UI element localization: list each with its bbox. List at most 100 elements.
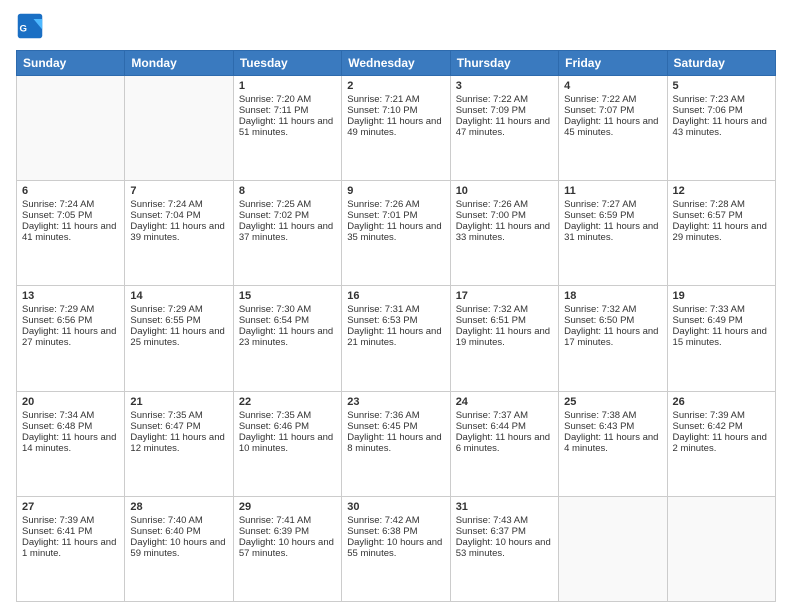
day-number: 26 (673, 396, 770, 408)
day-cell: 19Sunrise: 7:33 AMSunset: 6:49 PMDayligh… (667, 286, 775, 391)
day-cell: 22Sunrise: 7:35 AMSunset: 6:46 PMDayligh… (233, 391, 341, 496)
day-info: Sunset: 6:40 PM (130, 526, 227, 537)
day-info: Daylight: 11 hours and 39 minutes. (130, 221, 227, 243)
day-cell: 13Sunrise: 7:29 AMSunset: 6:56 PMDayligh… (17, 286, 125, 391)
day-info: Sunset: 6:38 PM (347, 526, 444, 537)
day-info: Sunset: 6:51 PM (456, 315, 553, 326)
week-row-3: 13Sunrise: 7:29 AMSunset: 6:56 PMDayligh… (17, 286, 776, 391)
day-cell: 24Sunrise: 7:37 AMSunset: 6:44 PMDayligh… (450, 391, 558, 496)
day-number: 25 (564, 396, 661, 408)
day-info: Sunset: 6:43 PM (564, 421, 661, 432)
col-header-wednesday: Wednesday (342, 51, 450, 76)
day-cell: 9Sunrise: 7:26 AMSunset: 7:01 PMDaylight… (342, 181, 450, 286)
day-number: 3 (456, 80, 553, 92)
day-number: 16 (347, 290, 444, 302)
col-header-saturday: Saturday (667, 51, 775, 76)
day-cell: 16 Sunrise: 7:31 AMSunset: 6:53 PMDayligh… (342, 286, 450, 391)
day-cell: 26Sunrise: 7:39 AMSunset: 6:42 PMDayligh… (667, 391, 775, 496)
day-info: Sunrise: 7:29 AM (130, 304, 227, 315)
day-info: Sunrise: 7:41 AM (239, 515, 336, 526)
day-info: Sunset: 7:05 PM (22, 210, 119, 221)
day-info: Sunrise: 7:43 AM (456, 515, 553, 526)
day-info: Daylight: 11 hours and 21 minutes. (347, 326, 444, 348)
day-number: 18 (564, 290, 661, 302)
day-number: 5 (673, 80, 770, 92)
day-number: 14 (130, 290, 227, 302)
day-cell: 5Sunrise: 7:23 AMSunset: 7:06 PMDaylight… (667, 76, 775, 181)
day-number: 19 (673, 290, 770, 302)
day-info: Daylight: 10 hours and 57 minutes. (239, 537, 336, 559)
day-number: 1 (239, 80, 336, 92)
logo-icon: G (16, 12, 44, 40)
day-number: 29 (239, 501, 336, 513)
day-info: Daylight: 11 hours and 41 minutes. (22, 221, 119, 243)
day-info: Sunset: 6:47 PM (130, 421, 227, 432)
day-number: 23 (347, 396, 444, 408)
day-number: 2 (347, 80, 444, 92)
day-info: Sunrise: 7:30 AM (239, 304, 336, 315)
day-cell: 7 Sunrise: 7:24 AMSunset: 7:04 PMDaylight… (125, 181, 233, 286)
day-cell (17, 76, 125, 181)
day-info: Sunrise: 7:38 AM (564, 410, 661, 421)
col-header-friday: Friday (559, 51, 667, 76)
day-info: Daylight: 11 hours and 17 minutes. (564, 326, 661, 348)
day-info: Sunrise: 7:26 AM (456, 199, 553, 210)
day-info: Sunrise: 7:39 AM (22, 515, 119, 526)
day-number: 27 (22, 501, 119, 513)
week-row-5: 27Sunrise: 7:39 AMSunset: 6:41 PMDayligh… (17, 496, 776, 601)
day-info: Sunset: 6:46 PM (239, 421, 336, 432)
page: G SundayMondayTuesdayWednesdayThursdayFr… (0, 0, 792, 612)
day-number: 13 (22, 290, 119, 302)
day-cell: 30Sunrise: 7:42 AMSunset: 6:38 PMDayligh… (342, 496, 450, 601)
day-info: Sunrise: 7:26 AM (347, 199, 444, 210)
day-info: Sunset: 6:49 PM (673, 315, 770, 326)
day-info: Daylight: 11 hours and 1 minute. (22, 537, 119, 559)
day-number: 12 (673, 185, 770, 197)
day-info: Sunrise: 7:24 AM (22, 199, 119, 210)
day-info: Daylight: 11 hours and 37 minutes. (239, 221, 336, 243)
day-cell: 11Sunrise: 7:27 AMSunset: 6:59 PMDayligh… (559, 181, 667, 286)
day-cell: 31Sunrise: 7:43 AMSunset: 6:37 PMDayligh… (450, 496, 558, 601)
day-info: Sunset: 6:42 PM (673, 421, 770, 432)
day-info: Sunset: 7:04 PM (130, 210, 227, 221)
col-header-monday: Monday (125, 51, 233, 76)
day-info: Sunset: 6:50 PM (564, 315, 661, 326)
day-info: Daylight: 11 hours and 31 minutes. (564, 221, 661, 243)
day-info: Daylight: 11 hours and 35 minutes. (347, 221, 444, 243)
day-info: Sunset: 7:00 PM (456, 210, 553, 221)
day-info: Daylight: 11 hours and 45 minutes. (564, 116, 661, 138)
logo: G (16, 12, 48, 40)
day-info: Daylight: 11 hours and 8 minutes. (347, 432, 444, 454)
day-info: Sunset: 6:53 PM (347, 315, 444, 326)
day-info: Sunrise: 7:31 AM (347, 304, 444, 315)
day-number: 22 (239, 396, 336, 408)
col-header-thursday: Thursday (450, 51, 558, 76)
day-info: Daylight: 11 hours and 14 minutes. (22, 432, 119, 454)
day-cell (125, 76, 233, 181)
day-info: Daylight: 11 hours and 25 minutes. (130, 326, 227, 348)
day-info: Sunrise: 7:24 AM (130, 199, 227, 210)
day-info: Daylight: 11 hours and 19 minutes. (456, 326, 553, 348)
day-number: 7 (130, 185, 227, 197)
day-info: Sunrise: 7:23 AM (673, 94, 770, 105)
header: G (16, 12, 776, 40)
day-info: Daylight: 11 hours and 29 minutes. (673, 221, 770, 243)
day-info: Daylight: 11 hours and 27 minutes. (22, 326, 119, 348)
day-cell: 4Sunrise: 7:22 AMSunset: 7:07 PMDaylight… (559, 76, 667, 181)
day-info: Sunrise: 7:36 AM (347, 410, 444, 421)
day-info: Daylight: 11 hours and 47 minutes. (456, 116, 553, 138)
day-cell: 1Sunrise: 7:20 AMSunset: 7:11 PMDaylight… (233, 76, 341, 181)
day-info: Sunrise: 7:35 AM (239, 410, 336, 421)
day-info: Daylight: 11 hours and 4 minutes. (564, 432, 661, 454)
day-info: Daylight: 10 hours and 59 minutes. (130, 537, 227, 559)
day-info: Sunset: 6:48 PM (22, 421, 119, 432)
day-cell: 10Sunrise: 7:26 AMSunset: 7:00 PMDayligh… (450, 181, 558, 286)
day-info: Sunrise: 7:27 AM (564, 199, 661, 210)
day-info: Sunset: 6:55 PM (130, 315, 227, 326)
day-info: Sunset: 6:39 PM (239, 526, 336, 537)
day-info: Sunrise: 7:32 AM (456, 304, 553, 315)
day-number: 28 (130, 501, 227, 513)
day-cell (667, 496, 775, 601)
day-cell: 20Sunrise: 7:34 AMSunset: 6:48 PMDayligh… (17, 391, 125, 496)
week-row-2: 6Sunrise: 7:24 AMSunset: 7:05 PMDaylight… (17, 181, 776, 286)
